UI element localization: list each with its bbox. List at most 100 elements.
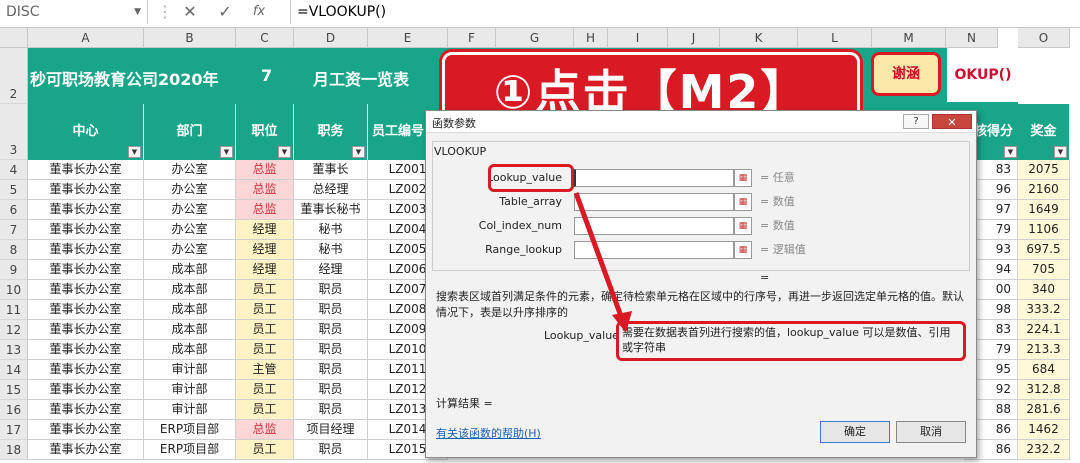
select-all-corner[interactable] <box>0 28 28 48</box>
cell-c[interactable]: 总监 <box>236 420 294 440</box>
cell-c[interactable]: 主管 <box>236 360 294 380</box>
cell-c[interactable]: 员工 <box>236 340 294 360</box>
row-header-15[interactable]: 15 <box>0 380 28 400</box>
header-bonus[interactable]: 奖金 ▼ <box>1018 104 1070 160</box>
row-header-2[interactable]: 2 <box>0 48 28 104</box>
header-dept[interactable]: 部门 ▼ <box>144 104 236 160</box>
enter-icon[interactable]: ✓ <box>210 0 240 24</box>
row-header-4[interactable]: 4 <box>0 160 28 180</box>
cell-d[interactable]: 董事长秘书 <box>294 200 368 220</box>
row-header-8[interactable]: 8 <box>0 240 28 260</box>
cell-a[interactable]: 董事长办公室 <box>28 160 144 180</box>
cell-b[interactable]: 办公室 <box>144 180 236 200</box>
name-box[interactable]: DISC ▼ <box>0 0 148 24</box>
cell-o[interactable]: 697.5 <box>1018 240 1070 260</box>
cell-a[interactable]: 董事长办公室 <box>28 180 144 200</box>
cell-c[interactable]: 员工 <box>236 400 294 420</box>
column-header-j[interactable]: J <box>668 28 720 48</box>
cell-o[interactable]: 2160 <box>1018 180 1070 200</box>
cell-d[interactable]: 总经理 <box>294 180 368 200</box>
row-header-5[interactable]: 5 <box>0 180 28 200</box>
formula-input[interactable]: =VLOOKUP() <box>290 0 386 24</box>
column-header-d[interactable]: D <box>294 28 368 48</box>
row-header-17[interactable]: 17 <box>0 420 28 440</box>
column-header-i[interactable]: I <box>608 28 668 48</box>
cell-d[interactable]: 职员 <box>294 400 368 420</box>
cell-d[interactable]: 秘书 <box>294 220 368 240</box>
cell-b[interactable]: ERP项目部 <box>144 420 236 440</box>
cell-c[interactable]: 经理 <box>236 260 294 280</box>
row-header-13[interactable]: 13 <box>0 340 28 360</box>
cell-d[interactable]: 职员 <box>294 320 368 340</box>
cell-a[interactable]: 董事长办公室 <box>28 420 144 440</box>
row-header-16[interactable]: 16 <box>0 400 28 420</box>
cell-d[interactable]: 秘书 <box>294 240 368 260</box>
cell-b[interactable]: 办公室 <box>144 160 236 180</box>
cell-d[interactable]: 职员 <box>294 340 368 360</box>
cell-b[interactable]: 审计部 <box>144 360 236 380</box>
column-header-o[interactable]: O <box>1018 28 1070 48</box>
row-header-6[interactable]: 6 <box>0 200 28 220</box>
cell-o[interactable]: 2075 <box>1018 160 1070 180</box>
column-header-n[interactable]: N <box>946 28 998 48</box>
cell-c[interactable]: 员工 <box>236 320 294 340</box>
cell-a[interactable]: 董事长办公室 <box>28 440 144 460</box>
header-center[interactable]: 中心 ▼ <box>28 104 144 160</box>
cell-a[interactable]: 董事长办公室 <box>28 280 144 300</box>
cell-d[interactable]: 职员 <box>294 300 368 320</box>
row-header-18[interactable]: 18 <box>0 440 28 460</box>
column-header-b[interactable]: B <box>144 28 236 48</box>
column-header-a[interactable]: A <box>28 28 144 48</box>
filter-icon[interactable]: ▼ <box>220 146 233 158</box>
column-header-g[interactable]: G <box>496 28 574 48</box>
filter-icon[interactable]: ▼ <box>278 146 291 158</box>
cell-a[interactable]: 董事长办公室 <box>28 400 144 420</box>
cell-d[interactable]: 董事长 <box>294 160 368 180</box>
cell-d[interactable]: 职员 <box>294 360 368 380</box>
column-header-e[interactable]: E <box>368 28 448 48</box>
cell-c[interactable]: 员工 <box>236 440 294 460</box>
filter-icon[interactable]: ▼ <box>1004 146 1017 158</box>
cell-b[interactable]: 成本部 <box>144 340 236 360</box>
cell-o[interactable]: 224.1 <box>1018 320 1070 340</box>
column-header-k[interactable]: K <box>720 28 798 48</box>
filter-icon[interactable]: ▼ <box>352 146 365 158</box>
row-header-3[interactable]: 3 <box>0 104 28 160</box>
cancel-icon[interactable]: ✕ <box>175 0 205 24</box>
chevron-down-icon[interactable]: ▼ <box>134 0 141 24</box>
column-header-c[interactable]: C <box>236 28 294 48</box>
cell-b[interactable]: 成本部 <box>144 260 236 280</box>
insert-function-icon[interactable]: fx <box>244 0 274 24</box>
row-header-12[interactable]: 12 <box>0 320 28 340</box>
cell-o[interactable]: 1462 <box>1018 420 1070 440</box>
cell-c[interactable]: 总监 <box>236 180 294 200</box>
cell-o[interactable]: 340 <box>1018 280 1070 300</box>
cell-o[interactable]: 1106 <box>1018 220 1070 240</box>
cell-a[interactable]: 董事长办公室 <box>28 380 144 400</box>
cell-o[interactable]: 312.8 <box>1018 380 1070 400</box>
cell-b[interactable]: 审计部 <box>144 380 236 400</box>
column-header-h[interactable]: H <box>574 28 608 48</box>
cell-d[interactable]: 项目经理 <box>294 420 368 440</box>
cell-c[interactable]: 经理 <box>236 240 294 260</box>
cell-a[interactable]: 董事长办公室 <box>28 240 144 260</box>
cell-b[interactable]: 成本部 <box>144 280 236 300</box>
cell-a[interactable]: 董事长办公室 <box>28 260 144 280</box>
cell-a[interactable]: 董事长办公室 <box>28 200 144 220</box>
cell-b[interactable]: 审计部 <box>144 400 236 420</box>
cell-d[interactable]: 职员 <box>294 380 368 400</box>
cell-a[interactable]: 董事长办公室 <box>28 340 144 360</box>
cell-o[interactable]: 232.2 <box>1018 440 1070 460</box>
cell-b[interactable]: 办公室 <box>144 240 236 260</box>
row-header-9[interactable]: 9 <box>0 260 28 280</box>
filter-icon[interactable]: ▼ <box>128 146 141 158</box>
cell-a[interactable]: 董事长办公室 <box>28 320 144 340</box>
cell-o[interactable]: 281.6 <box>1018 400 1070 420</box>
cell-b[interactable]: 办公室 <box>144 220 236 240</box>
cell-o[interactable]: 705 <box>1018 260 1070 280</box>
header-duty[interactable]: 职务 ▼ <box>294 104 368 160</box>
cell-d[interactable]: 职员 <box>294 440 368 460</box>
cell-b[interactable]: 办公室 <box>144 200 236 220</box>
cell-a[interactable]: 董事长办公室 <box>28 220 144 240</box>
cell-o[interactable]: 213.3 <box>1018 340 1070 360</box>
